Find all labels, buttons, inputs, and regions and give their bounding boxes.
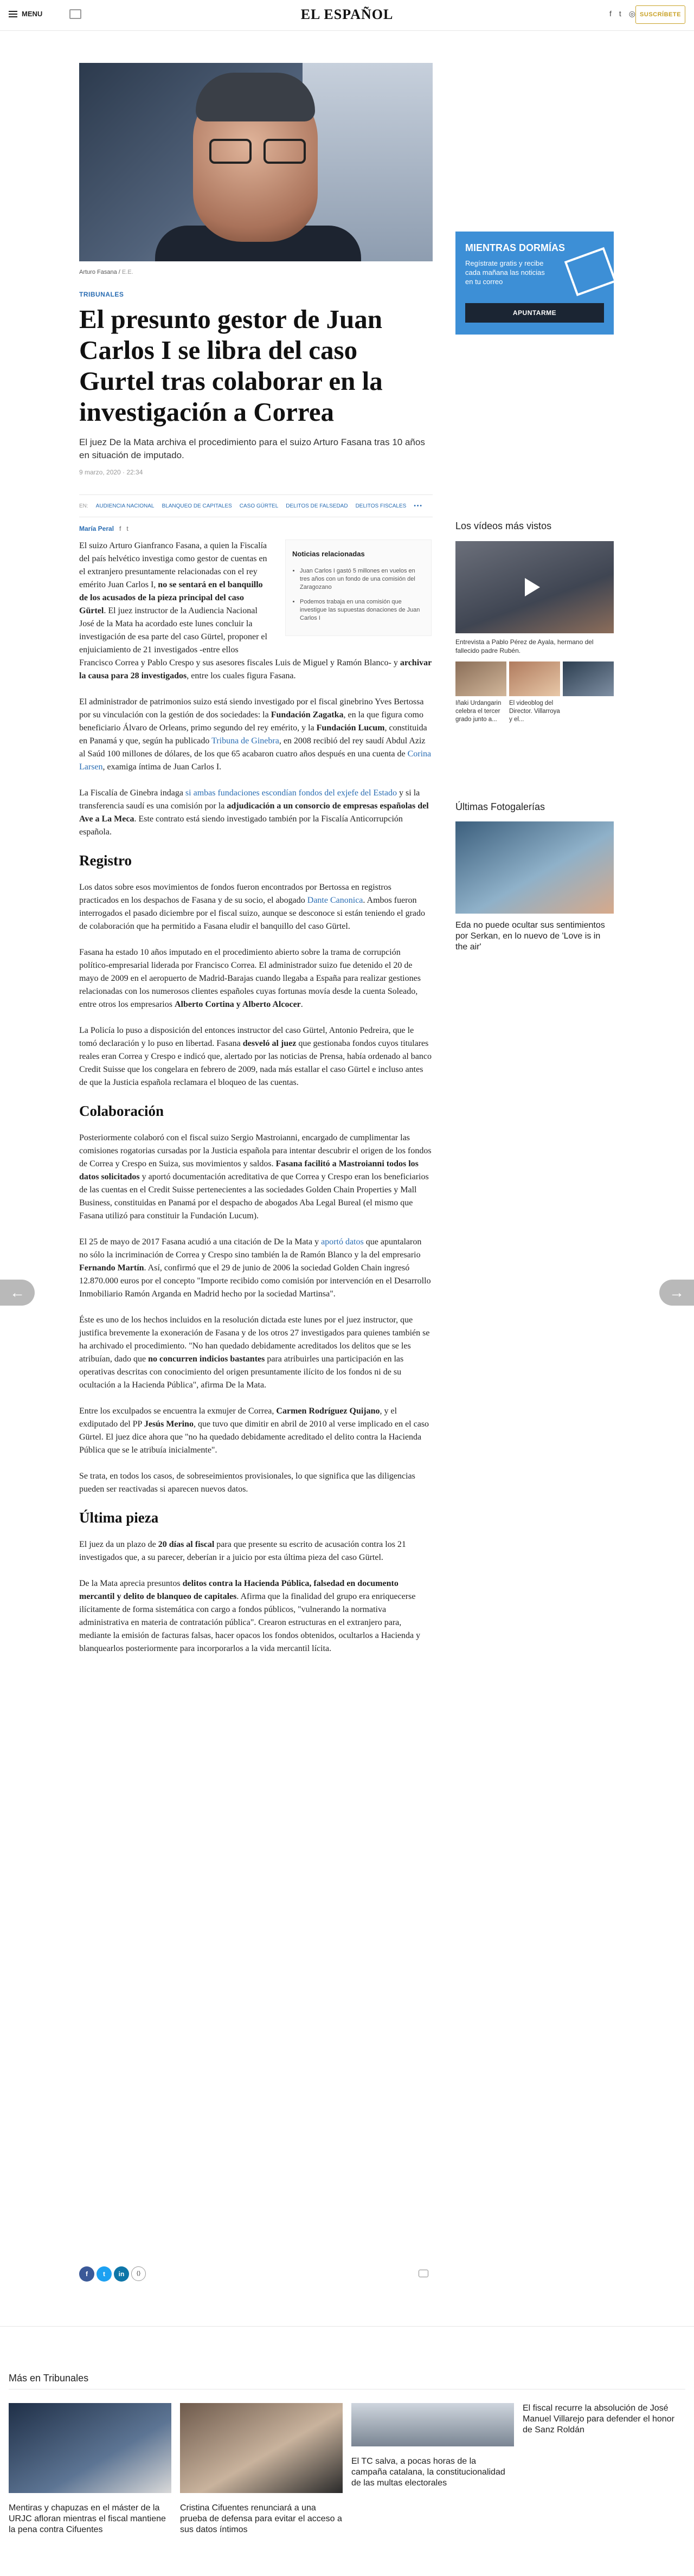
related-news-box: Noticias relacionadas Juan Carlos I gast… (285, 539, 432, 636)
top-header: MENU EL ESPAÑOL f t ◎ SUSCRÍBETE (0, 0, 694, 31)
header-social-links: f t ◎ (609, 9, 635, 18)
tags-label: EN: (79, 503, 88, 509)
video-thumbnail[interactable] (563, 661, 614, 696)
tag-link[interactable]: DELITOS FISCALES (356, 503, 407, 509)
related-news-item[interactable]: Podemos trabaja en una comisión que inve… (300, 598, 425, 622)
comment-icon[interactable] (419, 2270, 428, 2277)
divider (0, 2326, 694, 2327)
video-caption[interactable]: El videoblog del Director. Villarroya y … (509, 699, 560, 724)
paragraph: Se trata, en todos los casos, de sobrese… (79, 1472, 415, 1494)
inline-link[interactable]: Tribuna de Ginebra (211, 736, 279, 746)
article-date: 9 marzo, 2020 · 22:34 (79, 468, 143, 476)
tag-link[interactable]: BLANQUEO DE CAPITALES (162, 503, 232, 509)
related-article-title[interactable]: El TC salva, a pocas horas de la campaña… (351, 2456, 514, 2489)
video-caption[interactable]: Entrevista a Pablo Pérez de Ayala, herma… (455, 638, 614, 655)
section-heading: Colaboración (79, 1103, 164, 1119)
instagram-icon[interactable]: ◎ (629, 9, 635, 18)
article-body: Noticias relacionadas Juan Carlos I gast… (79, 539, 432, 1668)
share-buttons: f t in ⟨⟩ (79, 2266, 146, 2282)
newsletter-promo: MIENTRAS DORMÍAS Regístrate gratis y rec… (455, 232, 614, 335)
image-caption: Arturo Fasana / E.E. (79, 269, 133, 275)
section-heading: Registro (79, 852, 132, 869)
linkedin-share-icon[interactable]: in (114, 2266, 129, 2282)
photo-gallery-caption[interactable]: Eda no puede ocultar sus sentimientos po… (455, 920, 614, 953)
photo-gallery-title: Últimas Fotogalerías (455, 801, 545, 812)
twitter-icon[interactable]: t (619, 9, 621, 18)
related-article-title[interactable]: El fiscal recurre la absolución de José … (523, 2403, 685, 2436)
tag-link[interactable]: CASO GÜRTEL (240, 503, 279, 509)
inline-link[interactable]: aportó datos (321, 1237, 364, 1247)
site-logo[interactable]: EL ESPAÑOL (293, 7, 401, 23)
section-label[interactable]: TRIBUNALES (79, 291, 124, 298)
related-news-item[interactable]: Juan Carlos I gastó 5 millones en vuelos… (300, 567, 425, 592)
facebook-icon[interactable]: f (609, 9, 612, 18)
paragraph: El administrador de patrimonios suizo es… (79, 697, 432, 772)
paragraph: Éste es uno de los hechos incluidos en l… (79, 1315, 430, 1390)
facebook-share-icon[interactable]: f (79, 2266, 94, 2282)
paragraph: El 25 de mayo de 2017 Fasana acudió a un… (79, 1237, 431, 1299)
menu-label: MENU (22, 10, 43, 18)
hamburger-icon (9, 10, 17, 17)
photo-gallery-image[interactable] (455, 821, 614, 914)
previous-article-arrow-icon[interactable]: ← (0, 1280, 35, 1306)
paragraph: El juez da un plazo de 20 días al fiscal… (79, 1540, 406, 1562)
author-link[interactable]: María Peral (79, 525, 114, 532)
print-icon[interactable] (69, 9, 81, 19)
related-article-image[interactable] (351, 2403, 514, 2446)
byline: María Peral f t (79, 525, 128, 532)
inline-link[interactable]: Dante Canonica (307, 896, 363, 905)
play-icon (525, 578, 540, 596)
article-headline: El presunto gestor de Juan Carlos I se l… (79, 304, 383, 427)
article-subhead: El juez De la Mata archiva el procedimie… (79, 437, 425, 460)
videos-title: Los vídeos más vistos (455, 521, 552, 531)
video-caption[interactable]: Iñaki Urdangarin celebra el tercer grado… (455, 699, 506, 724)
section-heading: Última pieza (79, 1509, 159, 1526)
video-thumbnail[interactable] (509, 661, 560, 696)
facebook-icon[interactable]: f (119, 525, 121, 532)
next-article-arrow-icon[interactable]: → (659, 1280, 694, 1306)
related-article-title[interactable]: Cristina Cifuentes renunciará a una prue… (180, 2503, 343, 2535)
related-article-title[interactable]: Mentiras y chapuzas en el máster de la U… (9, 2503, 171, 2535)
envelope-icon (564, 247, 614, 297)
twitter-icon[interactable]: t (126, 525, 128, 532)
share-link-icon[interactable]: ⟨⟩ (131, 2266, 146, 2281)
related-article-image[interactable] (9, 2403, 171, 2493)
video-thumbnail[interactable] (455, 661, 506, 696)
tag-link[interactable]: AUDIENCIA NACIONAL (96, 503, 155, 509)
video-thumbnail[interactable] (455, 541, 614, 633)
promo-title: MIENTRAS DORMÍAS (465, 242, 565, 253)
promo-signup-button[interactable]: APUNTARME (465, 303, 604, 323)
tag-link[interactable]: DELITOS DE FALSEDAD (286, 503, 348, 509)
related-news-title: Noticias relacionadas (292, 550, 365, 558)
paragraph: La Fiscalía de Ginebra indaga si ambas f… (79, 788, 429, 837)
paragraph: Entre los exculpados se encuentra la exm… (79, 1406, 429, 1455)
related-article-image[interactable] (180, 2403, 343, 2493)
tag-bar: EN: AUDIENCIA NACIONAL BLANQUEO DE CAPIT… (79, 494, 433, 517)
twitter-share-icon[interactable]: t (97, 2266, 112, 2282)
image-credit: E.E. (121, 269, 133, 275)
paragraph: Posteriormente colaboró con el fiscal su… (79, 1133, 432, 1220)
paragraph: De la Mata aprecia presuntos delitos con… (79, 1579, 421, 1653)
promo-text: Regístrate gratis y recibe cada mañana l… (465, 259, 545, 286)
paragraph: La Policía lo puso a disposición del ent… (79, 1026, 432, 1087)
inline-link[interactable]: si ambas fundaciones escondían fondos de… (185, 788, 397, 798)
paragraph: Fasana ha estado 10 años imputado en el … (79, 948, 421, 1009)
paragraph: Los datos sobre esos movimientos de fond… (79, 883, 425, 931)
menu-button[interactable]: MENU (9, 10, 42, 18)
more-tags-icon[interactable]: ••• (414, 503, 423, 509)
hero-image (79, 63, 433, 261)
subscribe-button[interactable]: SUSCRÍBETE (635, 5, 685, 24)
more-section-title: Más en Tribunales (9, 2373, 89, 2384)
